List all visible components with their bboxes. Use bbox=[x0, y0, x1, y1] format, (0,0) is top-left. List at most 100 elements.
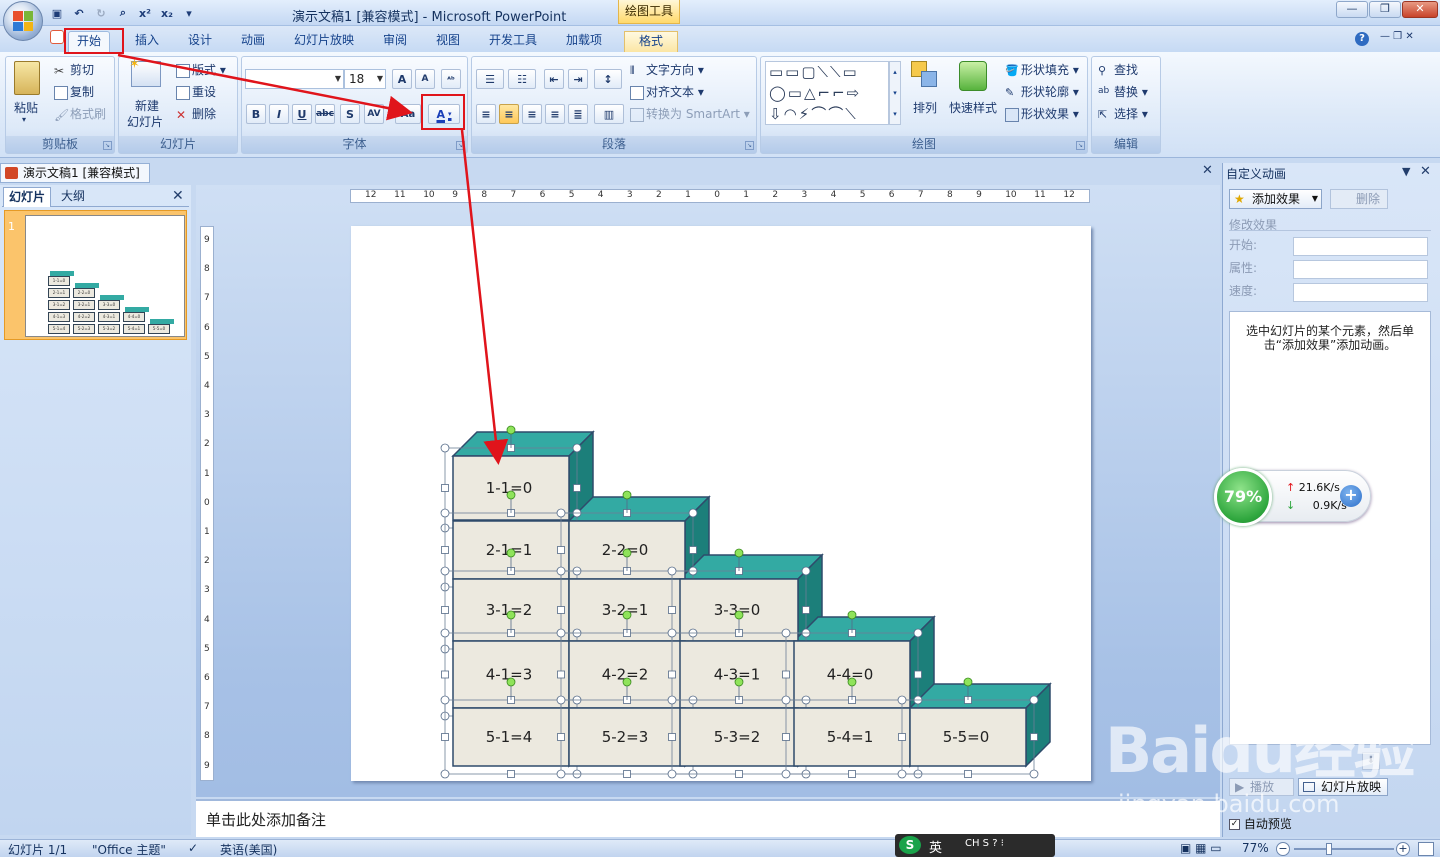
new-slide-label-2[interactable]: 幻灯片 bbox=[127, 113, 163, 130]
copy-button[interactable]: 复制 bbox=[54, 83, 94, 100]
tab-animations[interactable]: 动画 bbox=[233, 31, 273, 52]
format-painter-button[interactable]: 🖌格式刷 bbox=[54, 105, 106, 122]
smartart-button[interactable]: 转换为 SmartArt ▾ bbox=[630, 105, 750, 122]
shapes-gallery-scroll[interactable]: ▴ ▾ ▾ bbox=[889, 61, 901, 125]
doc-window-controls[interactable]: — ❐ ✕ bbox=[1380, 31, 1414, 42]
tab-insert[interactable]: 插入 bbox=[127, 31, 167, 52]
undo-icon[interactable]: ↶ bbox=[70, 4, 88, 22]
close-button[interactable]: ✕ bbox=[1402, 1, 1438, 18]
align-text-button[interactable]: 对齐文本 ▾ bbox=[630, 83, 704, 100]
align-center-button[interactable]: ≡ bbox=[499, 104, 519, 124]
memory-usage-ball[interactable]: 79% bbox=[1214, 468, 1272, 526]
replace-button[interactable]: ab 替换 ▾ bbox=[1098, 83, 1148, 100]
shapes-gallery[interactable]: ▭▭▢⟍⟍▭ ◯▭△⌐⌐⇨ ⇩◠⚡⌒⌒⟍ bbox=[765, 61, 889, 125]
shape-outline-button[interactable]: ✎ 形状轮廓 ▾ bbox=[1005, 83, 1079, 100]
slide[interactable]: 1-1=02-1=12-2=03-1=23-2=13-3=04-1=34-2=2… bbox=[351, 226, 1091, 781]
bold-button[interactable]: B bbox=[246, 104, 266, 124]
tab-addins[interactable]: 加载项 bbox=[558, 31, 610, 52]
close-document-icon[interactable]: ✕ bbox=[1202, 163, 1218, 181]
quick-styles-button[interactable]: 快速样式 bbox=[949, 99, 997, 116]
zoom-out-icon[interactable]: − bbox=[1276, 842, 1290, 856]
align-left-button[interactable]: ≡ bbox=[476, 104, 496, 124]
zoom-slider-track[interactable] bbox=[1294, 848, 1394, 850]
add-effect-button[interactable]: ★ 添加效果 ▼ bbox=[1229, 189, 1322, 209]
animation-list[interactable] bbox=[1229, 311, 1431, 745]
tab-view[interactable]: 视图 bbox=[428, 31, 468, 52]
shape-effects-button[interactable]: 形状效果 ▾ bbox=[1005, 105, 1079, 122]
line-spacing-button[interactable]: ↕ bbox=[594, 69, 622, 89]
document-tab[interactable]: 演示文稿1 [兼容模式] bbox=[0, 163, 150, 183]
shape-fill-button[interactable]: 🪣 形状填充 ▾ bbox=[1005, 61, 1079, 78]
cut-button[interactable]: ✂ 剪切 bbox=[54, 61, 94, 78]
shadow-button[interactable]: S bbox=[340, 104, 360, 124]
find-button[interactable]: ⚲ 查找 bbox=[1098, 61, 1138, 78]
new-slide-label-1[interactable]: 新建 bbox=[135, 97, 159, 114]
paragraph-launcher-icon[interactable]: ↘ bbox=[745, 141, 754, 150]
ime-toolbar[interactable]: S 英 CH S ? ⁝ bbox=[895, 834, 1055, 857]
office-button[interactable] bbox=[3, 1, 43, 41]
clipboard-launcher-icon[interactable]: ↘ bbox=[103, 141, 112, 150]
minimize-button[interactable]: — bbox=[1336, 1, 1368, 18]
clear-format-button[interactable]: ᴬᵇ bbox=[441, 69, 461, 89]
grow-font-button[interactable]: A bbox=[392, 69, 412, 89]
save-icon[interactable]: ▣ bbox=[48, 4, 66, 22]
plus-icon[interactable]: + bbox=[1340, 485, 1362, 507]
help-icon[interactable]: ? bbox=[1355, 32, 1369, 46]
status-language[interactable]: 英语(美国) bbox=[220, 841, 277, 857]
align-right-button[interactable]: ≡ bbox=[522, 104, 542, 124]
strikethrough-button[interactable]: abc bbox=[315, 104, 335, 124]
arrange-button[interactable]: 排列 bbox=[913, 99, 937, 116]
shrink-font-button[interactable]: A bbox=[415, 69, 435, 89]
select-button[interactable]: ⇱ 选择 ▾ bbox=[1098, 105, 1148, 122]
close-pane-icon[interactable]: ✕ bbox=[1420, 164, 1431, 179]
justify-button[interactable]: ≡ bbox=[545, 104, 565, 124]
paste-dropdown-icon[interactable]: ▾ bbox=[22, 115, 26, 124]
italic-button[interactable]: I bbox=[269, 104, 289, 124]
font-name-combo[interactable]: ▼ bbox=[245, 69, 344, 89]
print-preview-icon[interactable]: ⌕ bbox=[114, 4, 132, 22]
increase-indent-button[interactable]: ⇥ bbox=[568, 69, 588, 89]
paste-button[interactable]: 粘贴 bbox=[14, 99, 38, 116]
tab-outline[interactable]: 大纲 bbox=[56, 187, 90, 207]
distribute-button[interactable]: ≣ bbox=[568, 104, 588, 124]
font-size-combo[interactable]: 18 ▼ bbox=[344, 69, 386, 89]
notes-pane[interactable]: 单击此处添加备注 bbox=[196, 799, 1220, 837]
tab-slides[interactable]: 幻灯片 bbox=[3, 187, 52, 207]
zoom-in-icon[interactable]: + bbox=[1396, 842, 1410, 856]
start-combo[interactable] bbox=[1293, 237, 1428, 256]
tab-review[interactable]: 审阅 bbox=[375, 31, 415, 52]
speed-combo[interactable] bbox=[1293, 283, 1428, 302]
zoom-slider-thumb[interactable] bbox=[1326, 843, 1332, 855]
remove-effect-button[interactable]: 删除 bbox=[1330, 189, 1388, 209]
redo-icon[interactable]: ↻ bbox=[92, 4, 110, 22]
subscript-icon[interactable]: x₂ bbox=[158, 4, 176, 22]
decrease-indent-button[interactable]: ⇤ bbox=[544, 69, 564, 89]
pane-dropdown-icon[interactable]: ▼ bbox=[1402, 165, 1410, 178]
slide-thumbnail-selected[interactable]: 1-1=0 2-1=1 2-2=0 3-1=2 3-2=1 3-3=0 4-1=3 4-2=2… bbox=[4, 210, 187, 340]
text-direction-button[interactable]: ⫴ 文字方向 ▾ bbox=[630, 61, 704, 78]
spellcheck-icon[interactable]: ✓ bbox=[188, 841, 198, 855]
font-launcher-icon[interactable]: ↘ bbox=[456, 141, 465, 150]
maximize-button[interactable]: ❐ bbox=[1369, 1, 1401, 18]
reset-button[interactable]: 重设 bbox=[176, 83, 216, 100]
change-case-button[interactable]: Aa bbox=[395, 104, 421, 124]
columns-button[interactable]: ▥ bbox=[594, 104, 624, 124]
underline-button[interactable]: U bbox=[292, 104, 312, 124]
layout-button[interactable]: 版式 ▾ bbox=[176, 61, 226, 78]
slide-thumbnail[interactable]: 1-1=0 2-1=1 2-2=0 3-1=2 3-2=1 3-3=0 4-1=3 4-2=2… bbox=[25, 215, 185, 337]
qat-customize-icon[interactable]: ▾ bbox=[180, 4, 198, 22]
bullets-button[interactable]: ☰ bbox=[476, 69, 504, 89]
numbering-button[interactable]: ☷ bbox=[508, 69, 536, 89]
close-panel-icon[interactable]: ✕ bbox=[172, 188, 184, 204]
tab-developer[interactable]: 开发工具 bbox=[481, 31, 545, 52]
drawing-launcher-icon[interactable]: ↘ bbox=[1076, 141, 1085, 150]
tab-design[interactable]: 设计 bbox=[180, 31, 220, 52]
view-buttons[interactable]: ▣ ▦ ▭ bbox=[1180, 841, 1222, 855]
property-combo[interactable] bbox=[1293, 260, 1428, 279]
tab-format[interactable]: 格式 bbox=[624, 31, 678, 52]
delete-slide-button[interactable]: ✕ 删除 bbox=[176, 105, 216, 122]
fit-to-window-icon[interactable] bbox=[1418, 842, 1434, 856]
char-spacing-button[interactable]: AV bbox=[364, 104, 384, 124]
tab-slideshow[interactable]: 幻灯片放映 bbox=[286, 31, 362, 52]
superscript-icon[interactable]: x² bbox=[136, 4, 154, 22]
